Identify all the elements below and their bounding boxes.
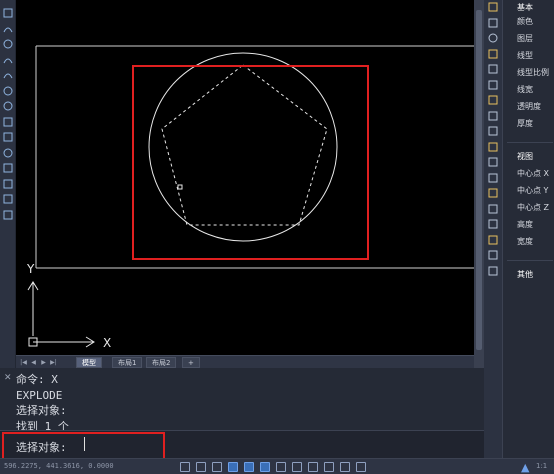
coordinate-readout: 596.2275, 441.3616, 0.0000 [4, 462, 114, 470]
circle-entity[interactable] [148, 52, 338, 242]
ellipse-icon[interactable] [3, 86, 13, 96]
workspace-icon[interactable]: ▲ [521, 461, 529, 474]
tab-layout1[interactable]: 布局1 [112, 357, 143, 368]
prop-transparency[interactable]: 透明度 [517, 101, 541, 112]
prop-center-z[interactable]: 中心点 Z [517, 202, 549, 213]
rotate-icon[interactable] [488, 33, 498, 43]
properties-panel: 基本 颜色 图层 线型 线型比例 线宽 透明度 厚度 视图 中心点 X 中心点 … [502, 0, 554, 458]
osnap-icon[interactable] [244, 462, 254, 472]
circle-icon[interactable] [3, 39, 13, 49]
insert-block-icon[interactable] [3, 117, 13, 127]
transparency-icon[interactable] [324, 462, 334, 472]
spline-icon[interactable] [3, 70, 13, 80]
annotation-scale[interactable]: 1:1 [536, 462, 547, 470]
move-icon[interactable] [488, 18, 498, 28]
grid-icon[interactable] [196, 462, 206, 472]
modify-toolbar [484, 0, 502, 458]
last-tab-icon[interactable]: ▶| [50, 358, 57, 367]
close-icon[interactable]: ✕ [4, 373, 12, 383]
command-history: 命令: X EXPLODE 选择对象: 找到 1 个 [16, 372, 69, 434]
region-icon[interactable] [3, 194, 13, 204]
prop-thickness[interactable]: 厚度 [517, 118, 533, 129]
layout-tab-bar: |◀ ◀ ▶ ▶| 模型 布局1 布局2 + [16, 355, 474, 368]
divider [507, 260, 553, 261]
tab-model[interactable]: 模型 [76, 357, 102, 368]
lineweight-icon[interactable] [308, 462, 318, 472]
vertical-scrollbar[interactable] [474, 0, 484, 368]
make-block-icon[interactable] [3, 132, 13, 142]
scrollbar-thumb[interactable] [476, 10, 482, 350]
ellipse-arc-icon[interactable] [3, 101, 13, 111]
first-tab-icon[interactable]: |◀ [20, 358, 27, 367]
otrack-icon[interactable] [260, 462, 270, 472]
cursor-icon[interactable] [488, 2, 498, 12]
grip-marker[interactable] [177, 184, 183, 190]
history-line: EXPLODE [16, 388, 63, 402]
prop-linetype-scale[interactable]: 线型比例 [517, 67, 549, 78]
selection-cycling-icon[interactable] [340, 462, 350, 472]
next-tab-icon[interactable]: ▶ [40, 358, 47, 367]
point-icon[interactable] [3, 148, 13, 158]
prop-center-x[interactable]: 中心点 X [517, 168, 549, 179]
properties-icon[interactable] [488, 266, 498, 276]
section-basic[interactable]: 基本 [517, 2, 533, 13]
divider [507, 142, 553, 143]
join-icon[interactable] [488, 95, 498, 105]
stretch-icon[interactable] [488, 173, 498, 183]
trim-icon[interactable] [488, 49, 498, 59]
table-icon[interactable] [3, 210, 13, 220]
extend-icon[interactable] [488, 64, 498, 74]
prop-center-y[interactable]: 中心点 Y [517, 185, 548, 196]
prop-linetype[interactable]: 线型 [517, 50, 533, 61]
snap-icon[interactable] [180, 462, 190, 472]
explode-icon[interactable] [488, 188, 498, 198]
chamfer-icon[interactable] [488, 111, 498, 121]
selection-highlight-box [132, 65, 369, 260]
erase-icon[interactable] [488, 204, 498, 214]
prop-layer[interactable]: 图层 [517, 33, 533, 44]
rectangle-icon[interactable] [3, 8, 13, 18]
polar-icon[interactable] [228, 462, 238, 472]
hatch-icon[interactable] [3, 163, 13, 173]
status-bar: 596.2275, 441.3616, 0.0000 ▲ 1:1 [0, 458, 554, 474]
scale-icon[interactable] [488, 157, 498, 167]
revision-cloud-icon[interactable] [3, 55, 13, 65]
fillet-icon[interactable] [488, 126, 498, 136]
prop-width[interactable]: 宽度 [517, 236, 533, 247]
mirror-icon[interactable] [488, 235, 498, 245]
gradient-icon[interactable] [3, 179, 13, 189]
prop-height[interactable]: 高度 [517, 219, 533, 230]
prop-color[interactable]: 颜色 [517, 16, 533, 27]
history-line: 选择对象: [16, 404, 67, 417]
prev-tab-icon[interactable]: ◀ [30, 358, 37, 367]
annotation-icon[interactable] [356, 462, 366, 472]
array-icon[interactable] [488, 142, 498, 152]
tab-layout2[interactable]: 布局2 [146, 357, 177, 368]
prop-lineweight[interactable]: 线宽 [517, 84, 533, 95]
section-view[interactable]: 视图 [517, 151, 533, 162]
section-other[interactable]: 其他 [517, 269, 533, 280]
pentagon-selected[interactable] [161, 64, 328, 226]
add-layout-button[interactable]: + [182, 357, 200, 368]
offset-icon[interactable] [488, 250, 498, 260]
arc-icon[interactable] [3, 24, 13, 34]
ucs-y-label: Y [26, 262, 35, 276]
history-line: 命令: X [16, 373, 58, 386]
break-icon[interactable] [488, 80, 498, 90]
ortho-icon[interactable] [212, 462, 222, 472]
ucs-x-label: X [103, 336, 111, 350]
dyn-input-icon[interactable] [292, 462, 302, 472]
drawing-canvas[interactable]: Y X [16, 0, 474, 355]
drawing-geometry: Y X [26, 45, 474, 350]
copy-icon[interactable] [488, 219, 498, 229]
dyn-ucs-icon[interactable] [276, 462, 286, 472]
